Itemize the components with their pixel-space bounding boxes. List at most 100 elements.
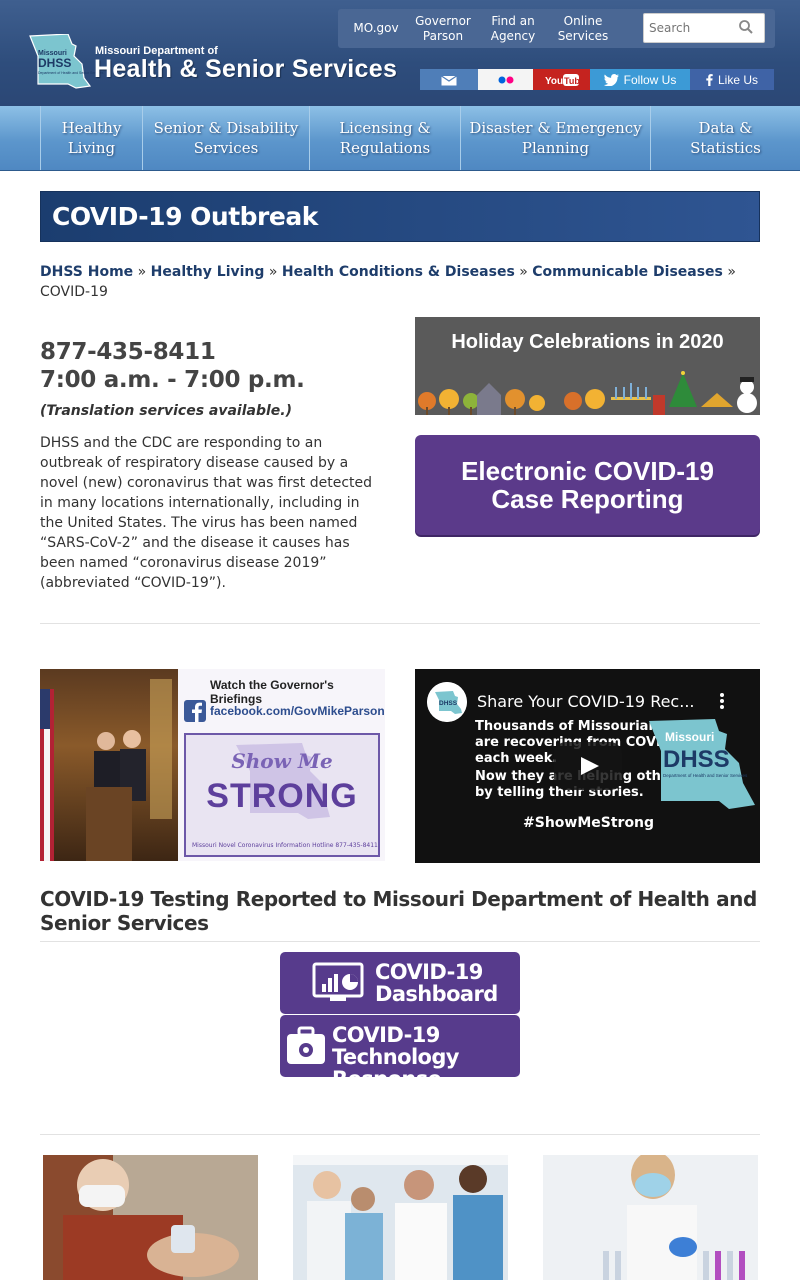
breadcrumb-dhss-home[interactable]: DHSS Home (40, 264, 133, 280)
technology-response-button[interactable]: COVID-19 Technology Response System (280, 1015, 520, 1112)
main-navigation: Healthy Living Senior & Disability Servi… (0, 106, 800, 171)
hotline-phone[interactable]: 877-435-8411 (40, 338, 305, 366)
testing-section-heading: COVID-19 Testing Reported to Missouri De… (40, 887, 757, 935)
top-link-online-services-label: Online Services (557, 13, 609, 43)
breadcrumb-health-conditions[interactable]: Health Conditions & Diseases (282, 264, 515, 280)
hand-sanitizer-photo[interactable] (43, 1155, 258, 1280)
lab-test-illustration (543, 1155, 758, 1280)
governor-briefings-panel: Watch the Governor's Briefings facebook.… (178, 669, 385, 861)
governor-podium-photo (40, 669, 178, 861)
holiday-celebrations-banner[interactable]: Holiday Celebrations in 2020 (415, 317, 760, 415)
svg-text:DHSS: DHSS (38, 56, 71, 70)
video-dhss-logo: Missouri DHSS Department of Health and S… (649, 719, 755, 809)
nav-data-statistics-label: Data & Statistics (690, 119, 761, 157)
show-me-label: Show Me (231, 749, 333, 773)
technology-button-label: COVID-19 Technology Response System (332, 1024, 520, 1112)
play-icon (581, 757, 599, 775)
logo-agency-name: Health & Senior Services (94, 55, 398, 83)
video-hashtag: #ShowMeStrong (523, 815, 655, 831)
video-title[interactable]: Share Your COVID-19 Rec... (477, 692, 694, 711)
technology-line-1: COVID-19 Technology (332, 1023, 460, 1069)
nav-healthy-living-label: Healthy Living (61, 119, 122, 157)
youtube-icon: You Tube (545, 73, 579, 87)
nav-licensing[interactable]: Licensing & Regulations (309, 106, 460, 170)
lab-technician-photo[interactable] (543, 1155, 758, 1280)
governor-facebook-url: facebook.com/GovMikeParson (210, 704, 385, 718)
breadcrumb-separator: » (727, 264, 736, 280)
ecr-banner-text: Electronic COVID-19 Case Reporting (461, 457, 714, 513)
breadcrumb-current: COVID-19 (40, 284, 108, 300)
breadcrumb-separator: » (268, 264, 278, 280)
svg-text:Missouri: Missouri (665, 730, 714, 744)
medical-kit-gear-icon (287, 1026, 325, 1064)
nav-senior-disability[interactable]: Senior & Disability Services (142, 106, 309, 170)
ecr-line-1: Electronic COVID-19 (461, 456, 714, 486)
nav-healthy-living[interactable]: Healthy Living (40, 106, 142, 170)
facebook-like-button[interactable]: Like Us (690, 69, 774, 90)
facebook-like-label: Like Us (717, 72, 758, 87)
search-input[interactable] (644, 14, 734, 42)
technology-line-2: Response System (332, 1067, 442, 1113)
search-icon[interactable] (738, 19, 754, 35)
youtube-button[interactable]: You Tube (533, 69, 590, 90)
channel-avatar[interactable]: DHSS (427, 682, 467, 722)
nav-senior-disability-label: Senior & Disability Services (153, 119, 299, 157)
breadcrumb: DHSS Home » Healthy Living » Health Cond… (40, 262, 760, 302)
nav-disaster-emergency-label: Disaster & Emergency Planning (469, 119, 642, 157)
doctors-photo[interactable] (293, 1155, 508, 1280)
youtube-video-embed[interactable]: DHSS Share Your COVID-19 Rec... Thousand… (415, 669, 760, 863)
intro-paragraph: DHSS and the CDC are responding to an ou… (40, 435, 373, 591)
ecr-line-2: Case Reporting (491, 484, 684, 514)
covid-dashboard-button[interactable]: COVID-19 Dashboard (280, 952, 520, 1014)
breadcrumb-healthy-living[interactable]: Healthy Living (151, 264, 265, 280)
hotline-hours: 7:00 a.m. - 7:00 p.m. (40, 367, 305, 393)
svg-text:DHSS: DHSS (439, 700, 458, 707)
holiday-scene-illustration (418, 371, 757, 415)
dashboard-monitor-icon (312, 962, 364, 1001)
breadcrumb-separator: » (137, 264, 147, 280)
top-link-online-services[interactable]: Online Services (550, 9, 616, 48)
medical-staff-illustration (293, 1155, 508, 1280)
svg-text:Tube: Tube (564, 76, 579, 86)
top-link-mo-gov[interactable]: MO.gov (346, 9, 406, 48)
play-button[interactable] (554, 742, 622, 790)
electronic-case-reporting-banner[interactable]: Electronic COVID-19 Case Reporting (415, 435, 760, 535)
page-title-bar: COVID-19 Outbreak (40, 191, 760, 242)
svg-text:Department of Health and Senio: Department of Health and Senior Services (663, 773, 748, 778)
twitter-follow-label: Follow Us (623, 72, 677, 87)
facebook-icon (706, 73, 713, 86)
twitter-follow-button[interactable]: Follow Us (590, 69, 690, 90)
nav-licensing-label: Licensing & Regulations (339, 119, 431, 157)
section-divider (40, 1134, 760, 1135)
top-link-find-agency[interactable]: Find an Agency (480, 9, 546, 48)
more-options-icon[interactable] (720, 693, 724, 709)
search-box (643, 13, 765, 43)
strong-label: STRONG (206, 777, 358, 815)
hotline-caption: Missouri Novel Coronavirus Information H… (192, 842, 378, 849)
site-header: Missouri DHSS Department of Health and S… (0, 0, 800, 106)
section-divider (40, 941, 760, 942)
press-conference-illustration (40, 679, 172, 861)
nav-data-statistics[interactable]: Data & Statistics (650, 106, 800, 170)
hotline-info: 877-435-8411 7:00 a.m. - 7:00 p.m. (40, 338, 305, 394)
hand-sanitizer-illustration (43, 1155, 258, 1280)
watch-briefings-label: Watch the Governor's Briefings (210, 678, 334, 706)
section-divider (40, 623, 760, 624)
flickr-icon (498, 76, 513, 83)
dashboard-button-label: COVID-19 Dashboard (375, 961, 498, 1005)
show-me-strong-box: Show Me STRONG Missouri Novel Coronaviru… (184, 733, 380, 857)
holiday-banner-title: Holiday Celebrations in 2020 (451, 331, 724, 353)
top-link-find-agency-label: Find an Agency (490, 13, 536, 43)
page-title: COVID-19 Outbreak (52, 202, 318, 231)
flickr-button[interactable] (478, 69, 533, 90)
breadcrumb-communicable-diseases[interactable]: Communicable Diseases (532, 264, 723, 280)
top-link-governor-label: Governor Parson (415, 13, 471, 43)
facebook-icon (184, 700, 206, 722)
dashboard-line-2: Dashboard (375, 982, 498, 1006)
breadcrumb-separator: » (519, 264, 528, 280)
nav-disaster-emergency[interactable]: Disaster & Emergency Planning (460, 106, 650, 170)
email-subscribe-button[interactable] (420, 69, 478, 90)
top-link-governor[interactable]: Governor Parson (410, 9, 476, 48)
translation-note: (Translation services available.) (40, 403, 293, 419)
governor-briefings-image[interactable]: Watch the Governor's Briefings facebook.… (40, 669, 385, 861)
